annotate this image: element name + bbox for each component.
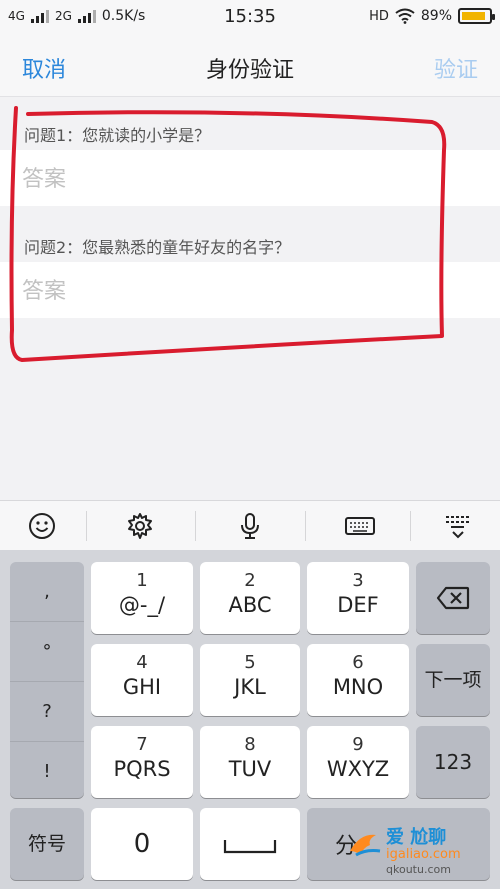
watermark-url-2: qkoutu.com: [386, 863, 451, 876]
key-letters: GHI: [122, 675, 162, 699]
key-0[interactable]: 0: [91, 808, 193, 880]
punct-key[interactable]: °: [10, 622, 84, 682]
question-2-label: 问题2：您最熟悉的童年好友的名字？: [24, 238, 291, 257]
next-field-button[interactable]: 下一项: [416, 644, 490, 716]
key-number: 1: [136, 570, 148, 591]
answer-1-input[interactable]: [0, 150, 484, 208]
key-number: 4: [136, 652, 148, 673]
numeric-switch-label: 123: [433, 750, 473, 774]
toolbar-divider: [86, 511, 87, 541]
key-number: 8: [244, 734, 256, 755]
key-letters: @-_/: [118, 593, 166, 617]
voice-input-button[interactable]: [200, 501, 300, 551]
watermark-url: igaliao.com: [386, 847, 461, 862]
hd-label: HD: [369, 8, 389, 24]
bird-logo-icon: [350, 834, 381, 857]
settings-button[interactable]: [90, 501, 190, 551]
key-3[interactable]: 3 DEF: [307, 562, 409, 634]
gear-icon: [128, 513, 152, 539]
battery-percent: 89%: [420, 8, 452, 24]
battery-icon: [458, 8, 495, 24]
key-letters: PQRS: [113, 757, 171, 781]
key-number: 9: [352, 734, 364, 755]
emoji-button[interactable]: [0, 501, 92, 551]
punct-key[interactable]: !: [10, 742, 84, 801]
key-letters: DEF: [337, 593, 379, 617]
keyboard-toolbar: [0, 500, 500, 551]
key-letters: JKL: [234, 675, 266, 699]
symbols-button[interactable]: 符号: [10, 808, 84, 880]
key-6[interactable]: 6 MNO: [307, 644, 409, 716]
microphone-icon: [241, 513, 259, 539]
watermark-brand: 爱 尬聊: [386, 827, 447, 848]
punct-key[interactable]: ?: [10, 682, 84, 742]
key-9[interactable]: 9 WXYZ: [307, 726, 409, 798]
next-field-label: 下一项: [424, 669, 482, 691]
key-number: 2: [244, 570, 256, 591]
verify-button[interactable]: 验证: [434, 52, 478, 84]
keyboard-icon: [345, 517, 375, 535]
punct-key[interactable]: ,: [10, 562, 84, 622]
key-letters: ABC: [228, 593, 272, 617]
watermark-logo: 爱 尬聊 igaliao.com qkoutu.com: [346, 823, 496, 883]
key-number: 6: [352, 652, 364, 673]
key-1[interactable]: 1 @-_/: [91, 562, 193, 634]
nav-bar: 取消 身份验证 验证: [0, 34, 500, 97]
key-4[interactable]: 4 GHI: [91, 644, 193, 716]
answer-1-row: [0, 150, 500, 208]
keyboard-switch-button[interactable]: [310, 501, 410, 551]
key-letters: WXYZ: [326, 757, 390, 781]
keyboard-hide-icon: [446, 516, 469, 539]
punctuation-column[interactable]: , ° ? !: [10, 562, 84, 798]
backspace-icon: [436, 586, 470, 610]
answer-2-row: [0, 262, 500, 320]
numeric-switch-button[interactable]: 123: [416, 726, 490, 798]
key-number: 7: [136, 734, 148, 755]
question-1-label: 问题1：您就读的小学是？: [24, 126, 211, 145]
space-button[interactable]: [200, 808, 300, 880]
status-bar: 4G 2G 0.5K/s 15:35 HD 89%: [0, 0, 500, 34]
t9-keyboard: , ° ? ! 1 @-_/ 2 ABC 3 DEF 4 GHI 5 JKL 6…: [0, 550, 500, 889]
backspace-button[interactable]: [416, 562, 490, 634]
key-5[interactable]: 5 JKL: [200, 644, 300, 716]
toolbar-divider: [195, 511, 196, 541]
toolbar-divider: [305, 511, 306, 541]
page-title: 身份验证: [205, 58, 294, 83]
key-letters: MNO: [332, 675, 384, 699]
space-icon: [223, 840, 277, 854]
wifi-icon: [395, 8, 415, 24]
key-2[interactable]: 2 ABC: [200, 562, 300, 634]
smiley-icon: [29, 513, 55, 539]
key-number: 5: [244, 652, 256, 673]
hide-keyboard-button[interactable]: [408, 501, 500, 551]
symbols-label: 符号: [27, 833, 66, 855]
key-zero-label: 0: [133, 829, 151, 859]
key-number: 3: [352, 570, 364, 591]
key-7[interactable]: 7 PQRS: [91, 726, 193, 798]
status-right: HD 89%: [369, 8, 495, 24]
answer-2-input[interactable]: [0, 262, 484, 320]
key-8[interactable]: 8 TUV: [200, 726, 300, 798]
key-letters: TUV: [228, 757, 272, 781]
